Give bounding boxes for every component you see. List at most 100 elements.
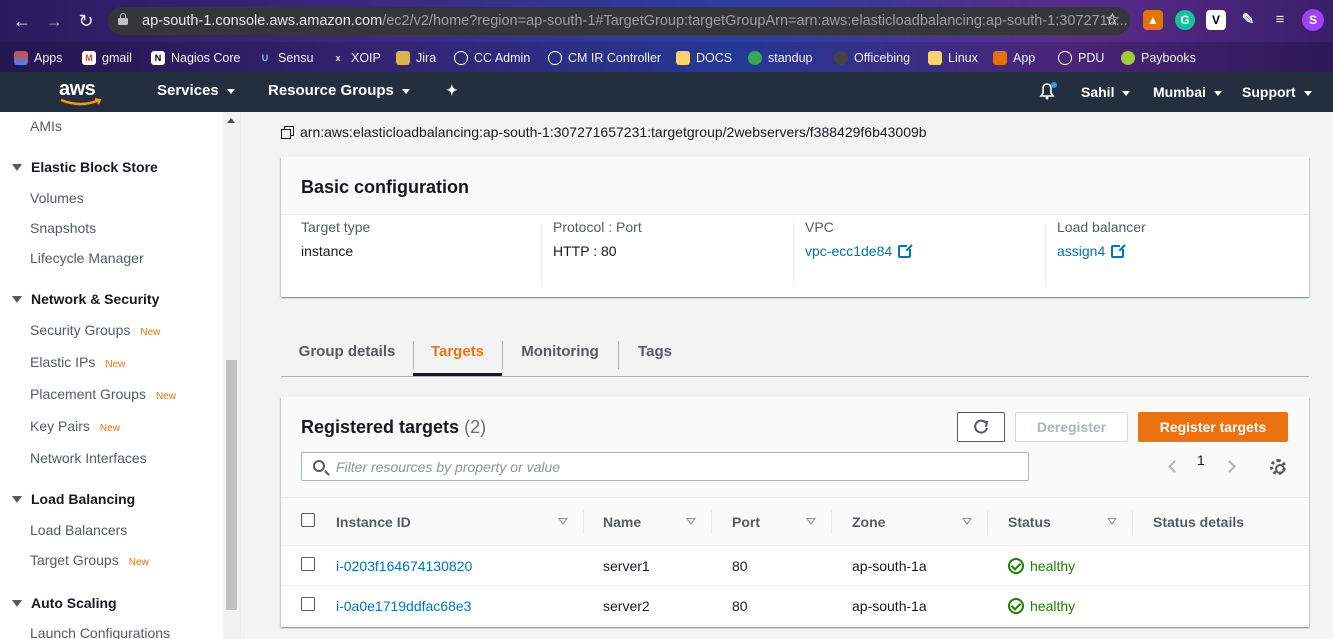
scrollbar-thumb[interactable] bbox=[226, 360, 237, 610]
aws-smile-icon bbox=[60, 98, 102, 106]
sidebar-item-elastic-ips[interactable]: Elastic IPs New bbox=[30, 354, 125, 370]
bookmark-gmail[interactable]: Mgmail bbox=[82, 49, 132, 67]
sidebar-scrollbar[interactable] bbox=[223, 112, 240, 639]
bookmark-cm-ir[interactable]: CM IR Controller bbox=[548, 49, 661, 67]
column-header-zone[interactable]: Zone bbox=[832, 497, 988, 546]
sidebar-item-placement-groups[interactable]: Placement Groups New bbox=[30, 386, 176, 402]
copy-icon[interactable] bbox=[281, 125, 294, 139]
load-balancer-link[interactable]: assign4 bbox=[1057, 242, 1146, 259]
bookmark-star-icon[interactable]: ☆ bbox=[1105, 10, 1120, 30]
v-extension-icon[interactable]: V bbox=[1206, 10, 1226, 30]
gear-icon[interactable] bbox=[1270, 459, 1286, 475]
vpc-link[interactable]: vpc-ecc1de84 bbox=[805, 242, 914, 259]
notifications-bell-icon[interactable] bbox=[1037, 81, 1057, 105]
scroll-up-arrow-icon[interactable] bbox=[227, 118, 235, 123]
filter-search-box[interactable] bbox=[301, 452, 1029, 481]
tab-group-details[interactable]: Group details bbox=[281, 327, 413, 376]
sidebar-item-load-balancers[interactable]: Load Balancers bbox=[30, 522, 127, 538]
column-header-status-details[interactable]: Status details bbox=[1133, 497, 1309, 546]
back-icon[interactable]: ← bbox=[10, 9, 34, 33]
table-row[interactable]: i-0a0e1719ddfac68e3 server2 80 ap-south-… bbox=[281, 585, 1309, 626]
bookmark-sensu[interactable]: U Sensu bbox=[258, 49, 314, 67]
refresh-button[interactable] bbox=[957, 412, 1005, 442]
select-all-checkbox[interactable] bbox=[301, 513, 315, 527]
user-menu[interactable]: Sahil bbox=[1081, 84, 1131, 100]
instance-id-link[interactable]: i-0203f164674130820 bbox=[336, 558, 472, 574]
external-link-icon bbox=[1111, 242, 1127, 258]
protocol-port-value: HTTP : 80 bbox=[553, 243, 617, 259]
profile-avatar[interactable]: S bbox=[1302, 9, 1324, 31]
column-header-name[interactable]: Name bbox=[584, 497, 712, 546]
aws-logo[interactable]: aws bbox=[59, 78, 103, 106]
bookmark-app[interactable]: App bbox=[993, 49, 1035, 67]
bookmark-nagios[interactable]: N Nagios Core bbox=[151, 49, 240, 67]
sidebar-item-volumes[interactable]: Volumes bbox=[30, 190, 84, 206]
reading-list-icon[interactable]: ≡ bbox=[1270, 10, 1290, 30]
puzzle-extensions-icon[interactable]: ✎ bbox=[1238, 10, 1258, 30]
support-menu[interactable]: Support bbox=[1242, 84, 1312, 100]
targets-count: (2) bbox=[464, 417, 487, 437]
refresh-icon bbox=[974, 419, 989, 434]
sidebar-item-amis[interactable]: AMIs bbox=[30, 118, 62, 134]
bookmark-jira[interactable]: Jira bbox=[396, 49, 436, 67]
officebing-icon bbox=[834, 51, 848, 65]
globe-icon bbox=[548, 51, 562, 65]
bookmark-xoip[interactable]: x XOIP bbox=[331, 49, 380, 67]
bookmark-standup[interactable]: standup bbox=[748, 49, 812, 67]
jira-icon bbox=[396, 51, 410, 65]
bookmark-linux[interactable]: Linux bbox=[928, 49, 978, 67]
sidebar-item-key-pairs[interactable]: Key Pairs New bbox=[30, 418, 120, 434]
services-menu[interactable]: Services bbox=[157, 82, 235, 99]
grammarly-extension-icon[interactable]: G bbox=[1175, 10, 1195, 30]
row-checkbox[interactable] bbox=[301, 557, 315, 571]
target-type-value: instance bbox=[301, 243, 354, 259]
sidebar-section-auto-scaling[interactable]: Auto Scaling bbox=[12, 595, 117, 611]
sidebar-item-snapshots[interactable]: Snapshots bbox=[30, 220, 96, 236]
instance-id-link[interactable]: i-0a0e1719ddfac68e3 bbox=[336, 598, 471, 614]
target-name: server1 bbox=[584, 545, 712, 586]
sidebar-section-load-balancing[interactable]: Load Balancing bbox=[12, 491, 135, 507]
column-header-instance-id[interactable]: Instance ID bbox=[336, 497, 584, 546]
row-checkbox[interactable] bbox=[301, 597, 315, 611]
bookmark-paybooks[interactable]: Paybooks bbox=[1121, 49, 1196, 67]
column-header-status[interactable]: Status bbox=[988, 497, 1133, 546]
sidebar-item-launch-configurations[interactable]: Launch Configurations bbox=[30, 625, 170, 639]
bookmark-officebing[interactable]: Officebing bbox=[834, 49, 910, 67]
address-bar[interactable]: ap-south-1.console.aws.amazon.com/ec2/v2… bbox=[108, 7, 1130, 35]
sidebar-item-network-interfaces[interactable]: Network Interfaces bbox=[30, 450, 147, 466]
status-details bbox=[1133, 585, 1309, 626]
megaphone-extension-icon[interactable]: ▲ bbox=[1143, 10, 1163, 30]
bookmark-docs[interactable]: DOCS bbox=[676, 49, 732, 67]
reload-icon[interactable]: ↻ bbox=[74, 9, 98, 33]
pin-icon[interactable]: ✦ bbox=[446, 82, 458, 99]
column-header-port[interactable]: Port bbox=[712, 497, 832, 546]
page-number[interactable]: 1 bbox=[1197, 452, 1205, 468]
sidebar-item-security-groups[interactable]: Security Groups New bbox=[30, 322, 160, 338]
sidebar-item-target-groups[interactable]: Target Groups New bbox=[30, 552, 149, 568]
apps-grid-icon bbox=[14, 51, 28, 65]
region-menu[interactable]: Mumbai bbox=[1153, 84, 1222, 100]
register-targets-button[interactable]: Register targets bbox=[1138, 412, 1288, 442]
folder-icon bbox=[928, 51, 942, 65]
forward-icon[interactable]: → bbox=[42, 9, 66, 33]
resource-groups-menu[interactable]: Resource Groups bbox=[268, 82, 410, 99]
deregister-button[interactable]: Deregister bbox=[1015, 412, 1128, 442]
filter-input[interactable] bbox=[336, 457, 1016, 477]
ec2-sidebar: AMIs Elastic Block Store Volumes Snapsho… bbox=[0, 112, 241, 639]
table-row[interactable]: i-0203f164674130820 server1 80 ap-south-… bbox=[281, 545, 1309, 586]
sidebar-section-network-security[interactable]: Network & Security bbox=[12, 291, 159, 307]
tab-tags[interactable]: Tags bbox=[618, 327, 692, 376]
tab-monitoring[interactable]: Monitoring bbox=[502, 327, 618, 376]
registered-targets-card: Registered targets (2) Deregister Regist… bbox=[281, 397, 1309, 627]
targets-table: Instance ID Name Port Zone Status Status… bbox=[281, 497, 1309, 626]
sidebar-section-ebs[interactable]: Elastic Block Store bbox=[12, 159, 158, 175]
tab-targets[interactable]: Targets bbox=[413, 327, 502, 376]
bookmark-pdu[interactable]: PDU bbox=[1058, 49, 1104, 67]
aws-console-header: aws Services Resource Groups ✦ Sahil Mum… bbox=[0, 72, 1333, 112]
bookmarks-bar: Apps Mgmail N Nagios Core U Sensu x XOIP Ji… bbox=[0, 42, 1333, 72]
bookmark-cc-admin[interactable]: CC Admin bbox=[454, 49, 530, 67]
sidebar-item-lifecycle-manager[interactable]: Lifecycle Manager bbox=[30, 250, 144, 266]
status-details bbox=[1133, 545, 1309, 586]
arn-text: arn:aws:elasticloadbalancing:ap-south-1:… bbox=[300, 124, 927, 140]
bookmark-apps[interactable]: Apps bbox=[14, 49, 63, 67]
